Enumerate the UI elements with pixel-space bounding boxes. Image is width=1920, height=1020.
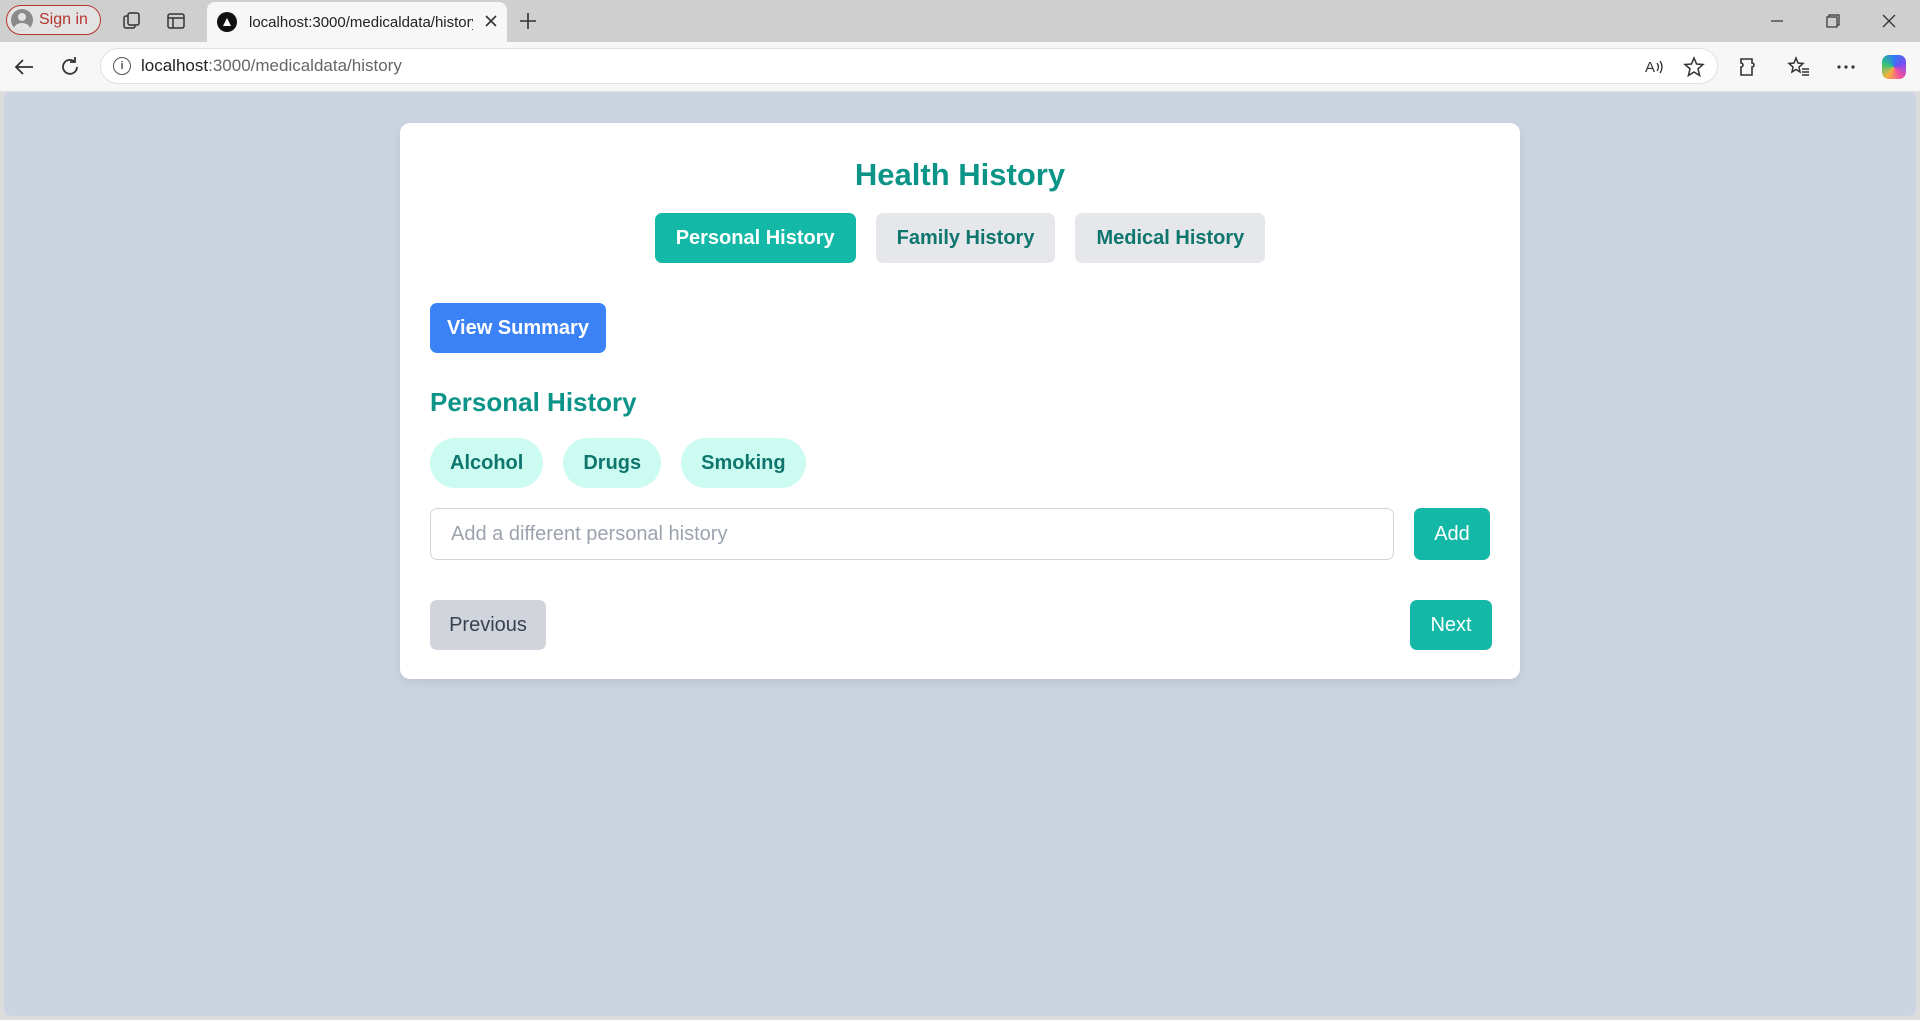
sign-in-button[interactable]: Sign in (6, 5, 101, 35)
workspaces-icon[interactable] (120, 9, 144, 33)
read-aloud-icon[interactable]: A (1640, 53, 1668, 81)
tab-medical-history[interactable]: Medical History (1075, 213, 1266, 263)
window-close-icon[interactable] (1866, 6, 1912, 36)
favicon-icon (217, 12, 237, 32)
url-text: localhost:3000/medicaldata/history (141, 56, 402, 76)
favorites-icon[interactable] (1785, 53, 1813, 81)
new-tab-icon[interactable] (516, 9, 540, 33)
section-title: Personal History (430, 387, 637, 417)
copilot-icon[interactable] (1880, 53, 1908, 81)
svg-text:A: A (1645, 59, 1655, 76)
info-icon[interactable]: i (113, 57, 131, 75)
health-history-card: Health History Personal History Family H… (400, 123, 1520, 679)
address-bar-row: i localhost:3000/medicaldata/history A (0, 42, 1920, 92)
page-title: Health History (854, 157, 1066, 192)
history-tabs: Personal History Family History Medical … (400, 213, 1520, 263)
back-icon[interactable] (10, 53, 38, 81)
url-host: localhost (141, 56, 209, 75)
view-summary-button[interactable]: View Summary (430, 303, 606, 353)
browser-tab-bar: Sign in localhost:3000/medicaldata/histo… (0, 0, 1920, 42)
chip-drugs[interactable]: Drugs (563, 438, 662, 488)
personal-history-options: Alcohol Drugs Smoking (430, 438, 806, 488)
url-field[interactable]: i localhost:3000/medicaldata/history (100, 48, 1718, 84)
refresh-icon[interactable] (56, 53, 84, 81)
add-button[interactable]: Add (1414, 508, 1490, 560)
minimize-icon[interactable] (1754, 6, 1800, 36)
close-icon[interactable] (485, 14, 497, 31)
url-path: :3000/medicaldata/history (208, 56, 402, 75)
chip-smoking[interactable]: Smoking (681, 438, 806, 488)
tab-personal-history[interactable]: Personal History (654, 213, 856, 263)
tab-active[interactable]: localhost:3000/medicaldata/history (207, 2, 507, 42)
copilot-logo (1882, 55, 1906, 79)
extensions-icon[interactable] (1735, 53, 1763, 81)
tab-actions-icon[interactable] (164, 9, 188, 33)
favorite-star-icon[interactable] (1680, 53, 1708, 81)
page-viewport: Health History Personal History Family H… (4, 92, 1916, 1016)
previous-button[interactable]: Previous (430, 600, 546, 650)
chip-alcohol[interactable]: Alcohol (430, 438, 544, 488)
personal-history-input[interactable] (430, 508, 1394, 560)
tab-family-history[interactable]: Family History (875, 213, 1056, 263)
sign-in-label: Sign in (39, 11, 88, 28)
more-icon[interactable] (1832, 53, 1860, 81)
tab-title: localhost:3000/medicaldata/history (249, 13, 473, 31)
restore-icon[interactable] (1810, 6, 1856, 36)
next-button[interactable]: Next (1410, 600, 1492, 650)
person-icon (11, 9, 33, 31)
